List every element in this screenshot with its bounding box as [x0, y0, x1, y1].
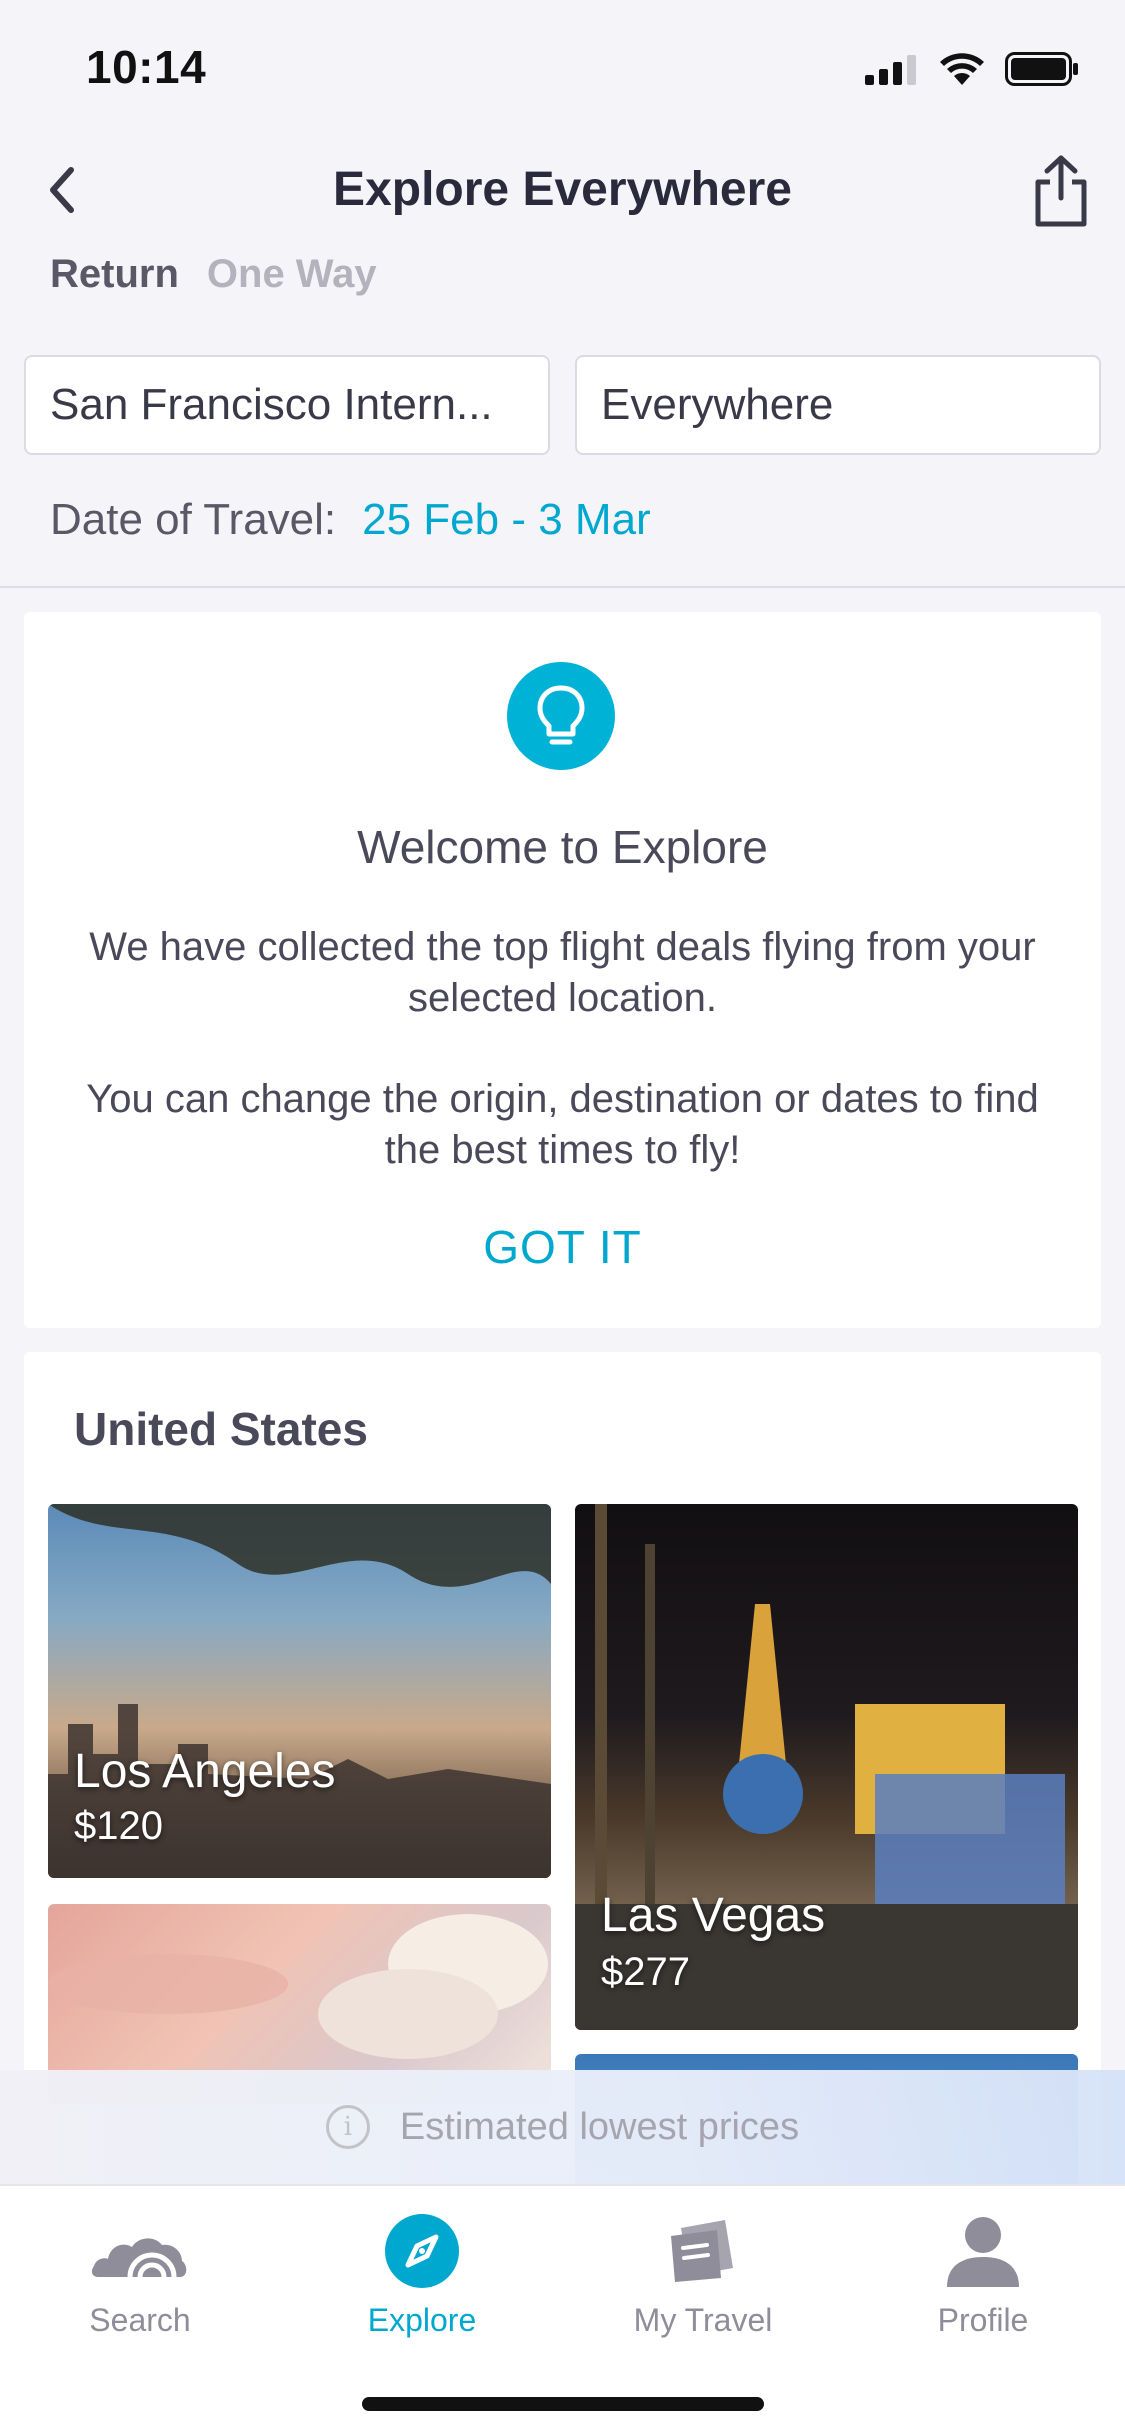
person-icon: [947, 2217, 1019, 2287]
date-label: Date of Travel:: [50, 495, 337, 544]
compass-icon: [385, 2214, 459, 2288]
destination-field[interactable]: Everywhere: [575, 355, 1101, 455]
destination-price: $277: [601, 1950, 690, 1994]
status-icons: [865, 52, 1079, 86]
date-of-travel-row: Date of Travel: 25 Feb - 3 Mar: [50, 495, 651, 545]
app-screen: 10:14 Explore Everywhere Return One Way …: [0, 0, 1125, 2436]
cellular-signal-icon: [865, 55, 916, 85]
welcome-paragraph-1: We have collected the top flight deals f…: [89, 925, 1036, 1020]
info-icon: i: [325, 2105, 370, 2149]
nav-bar: Explore Everywhere: [0, 132, 1125, 252]
welcome-paragraph-2: You can change the origin, destination o…: [86, 1077, 1039, 1172]
welcome-card: Welcome to Explore We have collected the…: [24, 612, 1101, 1328]
tab-return[interactable]: Return: [50, 252, 179, 297]
home-indicator[interactable]: [362, 2397, 764, 2411]
status-bar: 10:14: [0, 0, 1125, 132]
destination-name: Los Angeles: [74, 1745, 336, 1798]
tab-search[interactable]: Search: [40, 2206, 240, 2339]
tab-explore[interactable]: Explore: [322, 2206, 522, 2339]
estimated-prices-banner: i Estimated lowest prices: [0, 2070, 1125, 2184]
tab-label: My Travel: [633, 2302, 773, 2338]
battery-icon: [1005, 52, 1078, 86]
travel-docs-icon: [671, 2220, 733, 2282]
tab-my-travel[interactable]: My Travel: [603, 2206, 803, 2339]
destination-tile-las-vegas[interactable]: Las Vegas $277: [575, 1504, 1078, 2030]
search-cloud-icon: [91, 2238, 187, 2278]
tab-label: Search: [89, 2302, 191, 2338]
destination-name: Las Vegas: [601, 1889, 826, 1942]
welcome-title: Welcome to Explore: [357, 821, 768, 873]
tab-one-way[interactable]: One Way: [207, 252, 377, 297]
tab-label: Profile: [937, 2302, 1029, 2338]
got-it-button[interactable]: GOT IT: [24, 1220, 1101, 1274]
destination-tile-los-angeles[interactable]: Los Angeles $120: [48, 1504, 551, 1878]
tab-profile[interactable]: Profile: [883, 2206, 1083, 2339]
lightbulb-icon: [507, 662, 615, 770]
status-time: 10:14: [86, 41, 207, 93]
estimated-prices-text: Estimated lowest prices: [399, 2105, 800, 2148]
date-range-link[interactable]: 25 Feb - 3 Mar: [362, 495, 651, 545]
share-icon: [1035, 155, 1087, 227]
country-heading: United States: [74, 1403, 368, 1455]
wifi-icon: [940, 53, 984, 85]
share-button[interactable]: [1021, 146, 1101, 236]
page-title: Explore Everywhere: [333, 163, 792, 216]
trip-type-tabs: Return One Way: [50, 252, 377, 297]
origin-field[interactable]: San Francisco Intern...: [24, 355, 550, 455]
tab-label: Explore: [367, 2302, 477, 2338]
destination-price: $120: [74, 1804, 163, 1848]
divider: [0, 586, 1125, 588]
